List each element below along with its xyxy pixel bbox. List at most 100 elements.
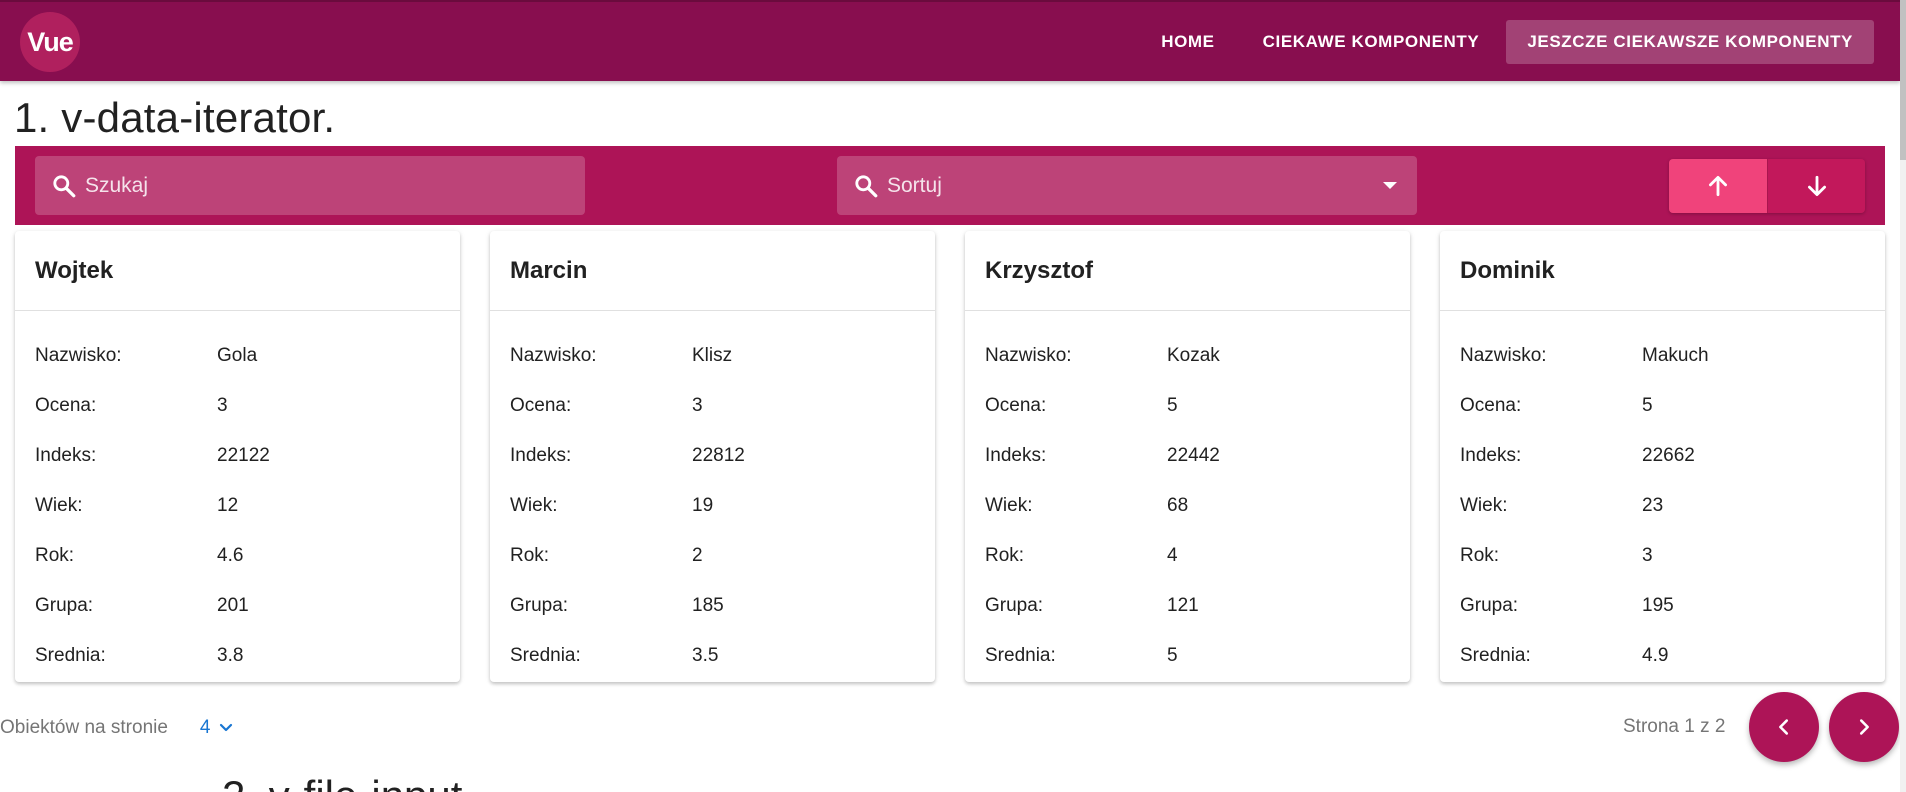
card-row-nazwisko: Nazwisko: Makuch <box>1440 331 1885 381</box>
row-value: 5 <box>1642 395 1653 416</box>
student-card: Krzysztof Nazwisko: Kozak Ocena: 5 Indeks:… <box>965 231 1410 682</box>
card-row-grupa: Grupa: 185 <box>490 581 935 631</box>
row-value: 68 <box>1167 495 1189 516</box>
student-card: Dominik Nazwisko: Makuch Ocena: 5 Indeks: 2… <box>1440 231 1885 682</box>
row-value: 3.5 <box>692 645 719 666</box>
row-label: Srednia: <box>1460 645 1531 666</box>
row-label: Grupa: <box>35 595 94 616</box>
row-label: Rok: <box>510 545 550 566</box>
page-info: Strona 1 z 2 <box>1623 716 1726 737</box>
row-label: Srednia: <box>510 645 581 666</box>
items-per-page-select[interactable]: 4 <box>200 717 233 739</box>
chevron-right-icon <box>1859 719 1869 735</box>
items-per-page-value: 4 <box>199 717 211 738</box>
row-value: 195 <box>1642 595 1674 616</box>
card-row-ocena: Ocena: 3 <box>490 381 935 431</box>
nav-ciekawe-komponenty-button[interactable]: CIEKAWE KOMPONENTY <box>1242 20 1501 64</box>
vue-logo[interactable]: Vue <box>20 12 80 72</box>
row-value: 121 <box>1167 595 1199 616</box>
row-label: Grupa: <box>1460 595 1519 616</box>
card-row-ocena: Ocena: 5 <box>1440 381 1885 431</box>
row-value: 19 <box>692 495 714 516</box>
arrow-up-icon <box>1709 175 1727 197</box>
app-bar: Vue HOME CIEKAWE KOMPONENTY JESZCZE CIEK… <box>0 0 1900 81</box>
card-row-nazwisko: Nazwisko: Klisz <box>490 331 935 381</box>
row-value: 2 <box>692 545 703 566</box>
row-label: Wiek: <box>35 495 83 516</box>
scrollbar[interactable] <box>1900 0 1906 792</box>
sort-ascending-button[interactable] <box>1669 159 1767 213</box>
row-value: 5 <box>1167 395 1178 416</box>
page: Vue HOME CIEKAWE KOMPONENTY JESZCZE CIEK… <box>0 0 1906 792</box>
card-row-grupa: Grupa: 201 <box>15 581 460 631</box>
row-label: Nazwisko: <box>1460 345 1547 366</box>
caret-down-icon[interactable] <box>1383 182 1397 189</box>
card-row-grupa: Grupa: 195 <box>1440 581 1885 631</box>
row-label: Rok: <box>35 545 75 566</box>
page-title: 1. v-data-iterator. <box>14 94 336 141</box>
row-value: 23 <box>1642 495 1664 516</box>
arrow-down-icon <box>1807 175 1826 197</box>
row-label: Grupa: <box>985 595 1044 616</box>
items-per-page: Obiektów na stronie 4 <box>0 716 233 740</box>
next-section-title: 2. v-file-input. <box>222 772 474 792</box>
card-row-wiek: Wiek: 19 <box>490 481 935 531</box>
row-value: Gola <box>217 345 258 366</box>
row-label: Srednia: <box>35 645 106 666</box>
row-value: 5 <box>1167 645 1178 666</box>
card-row-rok: Rok: 2 <box>490 531 935 581</box>
sort-descending-button[interactable] <box>1767 159 1865 213</box>
card-title: Dominik <box>1440 231 1885 311</box>
row-label: Nazwisko: <box>985 345 1072 366</box>
row-value: 4 <box>1167 545 1178 566</box>
row-label: Ocena: <box>985 395 1047 416</box>
card-row-srednia: Srednia: 3.8 <box>15 631 460 681</box>
card-row-nazwisko: Nazwisko: Gola <box>15 331 460 381</box>
card-row-rok: Rok: 4.6 <box>15 531 460 581</box>
card-row-ocena: Ocena: 5 <box>965 381 1410 431</box>
row-value: 3 <box>1642 545 1653 566</box>
card-row-wiek: Wiek: 23 <box>1440 481 1885 531</box>
row-value: 22442 <box>1167 445 1220 466</box>
row-value: Klisz <box>692 345 733 366</box>
card-row-grupa: Grupa: 121 <box>965 581 1410 631</box>
row-label: Indeks: <box>35 445 97 466</box>
search-icon <box>855 174 878 197</box>
card-row-indeks: Indeks: 22442 <box>965 431 1410 481</box>
card-row-wiek: Wiek: 12 <box>15 481 460 531</box>
nav-jeszcze-ciekawsze-komponenty-button[interactable]: JESZCZE CIEKAWSZE KOMPONENTY <box>1506 20 1874 64</box>
card-row-srednia: Srednia: 3.5 <box>490 631 935 681</box>
card-row-indeks: Indeks: 22662 <box>1440 431 1885 481</box>
card-row-rok: Rok: 3 <box>1440 531 1885 581</box>
search-input[interactable]: Szukaj <box>35 156 585 215</box>
row-label: Nazwisko: <box>510 345 597 366</box>
row-value: 3 <box>692 395 703 416</box>
row-label: Grupa: <box>510 595 569 616</box>
student-card: Marcin Nazwisko: Klisz Ocena: 3 Indeks: 228… <box>490 231 935 682</box>
card-row-nazwisko: Nazwisko: Kozak <box>965 331 1410 381</box>
row-label: Wiek: <box>1460 495 1508 516</box>
row-value: 201 <box>217 595 249 616</box>
card-row-indeks: Indeks: 22812 <box>490 431 935 481</box>
sort-select[interactable]: Sortuj <box>837 156 1417 215</box>
card-title: Wojtek <box>15 231 460 311</box>
row-label: Ocena: <box>35 395 97 416</box>
row-value: 22122 <box>217 445 270 466</box>
row-label: Rok: <box>1460 545 1500 566</box>
row-value: Makuch <box>1642 345 1709 366</box>
card-row-srednia: Srednia: 4.9 <box>1440 631 1885 681</box>
nav-home-button[interactable]: HOME <box>1140 20 1235 64</box>
row-value: 12 <box>217 495 239 516</box>
student-card: Wojtek Nazwisko: Gola Ocena: 3 Indeks: 2212… <box>15 231 460 682</box>
card-row-rok: Rok: 4 <box>965 531 1410 581</box>
row-value: 3 <box>217 395 228 416</box>
row-value: 4.9 <box>1642 645 1669 666</box>
row-value: 3.8 <box>217 645 244 666</box>
next-page-button[interactable] <box>1829 692 1899 762</box>
scrollbar-thumb[interactable] <box>1900 0 1906 160</box>
card-title: Marcin <box>490 231 935 311</box>
card-row-ocena: Ocena: 3 <box>15 381 460 431</box>
row-label: Rok: <box>985 545 1025 566</box>
previous-page-button[interactable] <box>1749 692 1819 762</box>
chevron-down-icon <box>219 723 232 732</box>
